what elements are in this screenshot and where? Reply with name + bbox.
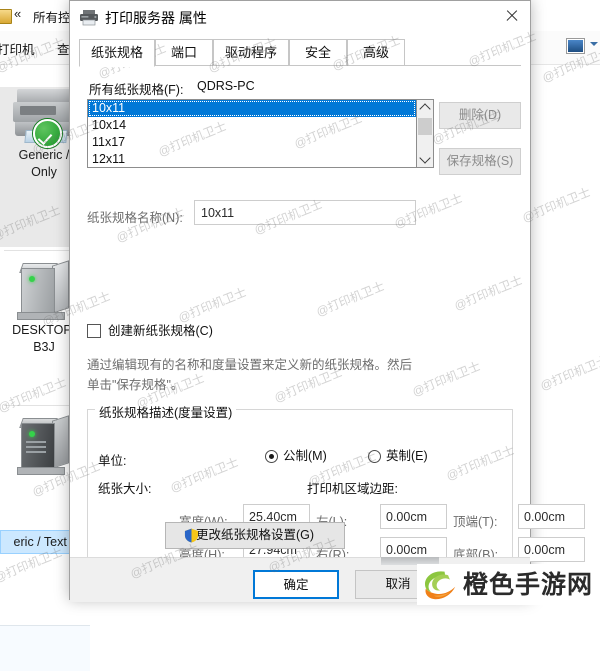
- left-margin-input[interactable]: [380, 504, 447, 529]
- list-item[interactable]: 10x11: [88, 100, 416, 117]
- top-margin-input[interactable]: [518, 504, 585, 529]
- printer-icon: [11, 87, 77, 148]
- dialog-titlebar[interactable]: 打印服务器 属性: [70, 1, 530, 34]
- all-forms-label: 所有纸张规格(F):: [89, 83, 184, 97]
- brand-name: 橙色手游网: [463, 570, 594, 599]
- computer-tower-icon: [15, 260, 73, 322]
- radio-label: 公制(M): [283, 449, 327, 463]
- list-item[interactable]: 10x14: [88, 117, 416, 134]
- printer-area-margins-label: 打印机区域边距:: [307, 482, 398, 496]
- brand-badge: 橙色手游网: [417, 564, 600, 605]
- delete-button[interactable]: 删除(D): [439, 102, 521, 129]
- scrollbar-thumb[interactable]: [418, 118, 432, 135]
- units-label: 单位:: [98, 454, 127, 468]
- tab-strip: 纸张规格 端口 驱动程序 安全 高级: [79, 39, 521, 67]
- checkbox-label: 创建新纸张规格(C): [108, 324, 213, 338]
- change-form-settings-label: 更改纸张规格设置(G): [195, 528, 315, 542]
- list-item[interactable]: 11x17: [88, 134, 416, 151]
- top-margin-label: 顶端(T):: [453, 515, 498, 529]
- tab-security[interactable]: 安全: [289, 39, 347, 66]
- forms-listbox[interactable]: 10x11 10x14 11x17 12x11: [87, 99, 417, 168]
- form-name-label: 纸张规格名称(N):: [87, 211, 183, 225]
- help-text: 通过编辑现有的名称和度量设置来定义新的纸张规格。然后单击"保存规格"。: [87, 358, 413, 392]
- toolbar-label-secondary: 查: [57, 43, 70, 57]
- ok-button[interactable]: 确定: [253, 570, 339, 599]
- paper-size-label: 纸张大小:: [98, 482, 152, 496]
- toolbar-label-printers: 打印机: [0, 43, 35, 57]
- change-form-settings-button[interactable]: 更改纸张规格设置(G): [165, 522, 345, 549]
- folder-icon: [0, 9, 12, 24]
- uac-shield-icon: [184, 528, 199, 543]
- radio-label: 英制(E): [386, 449, 428, 463]
- listbox-scrollbar[interactable]: [417, 99, 434, 168]
- tab-paper-forms[interactable]: 纸张规格: [79, 39, 155, 67]
- chevron-down-icon[interactable]: [417, 150, 433, 167]
- radio-dot[interactable]: [265, 450, 278, 463]
- list-item[interactable]: 12x11: [88, 151, 416, 167]
- computer-tower-dark-icon: [15, 415, 73, 477]
- save-form-button[interactable]: 保存规格(S): [439, 148, 521, 175]
- tab-drivers[interactable]: 驱动程序: [213, 39, 289, 66]
- orange-swirl-logo: [425, 570, 456, 599]
- tab-advanced[interactable]: 高级: [347, 39, 405, 66]
- checkbox-box[interactable]: [87, 324, 101, 338]
- print-server-properties-dialog: 打印服务器 属性 纸张规格 端口 驱动程序 安全 高级 所有纸张规格(F): Q…: [69, 0, 585, 602]
- tab-ports[interactable]: 端口: [155, 39, 213, 66]
- view-mode-icon[interactable]: [566, 38, 585, 54]
- details-pane: [0, 625, 90, 671]
- dialog-content: 所有纸张规格(F): QDRS-PC 10x11 10x14 11x17 12x…: [79, 66, 585, 562]
- printer-icon: [80, 10, 98, 26]
- close-icon[interactable]: [494, 1, 530, 31]
- form-name-input[interactable]: [194, 200, 416, 225]
- radio-dot[interactable]: [368, 450, 381, 463]
- form-description-legend: 纸张规格描述(度量设置): [95, 402, 237, 421]
- check-circle-icon: [33, 119, 62, 148]
- chevron-down-icon[interactable]: [590, 42, 598, 46]
- dialog-title: 打印服务器 属性: [105, 10, 207, 26]
- breadcrumb-chevron-icon[interactable]: «: [14, 6, 21, 21]
- chevron-up-icon[interactable]: [417, 100, 433, 117]
- server-name-value: QDRS-PC: [197, 79, 255, 93]
